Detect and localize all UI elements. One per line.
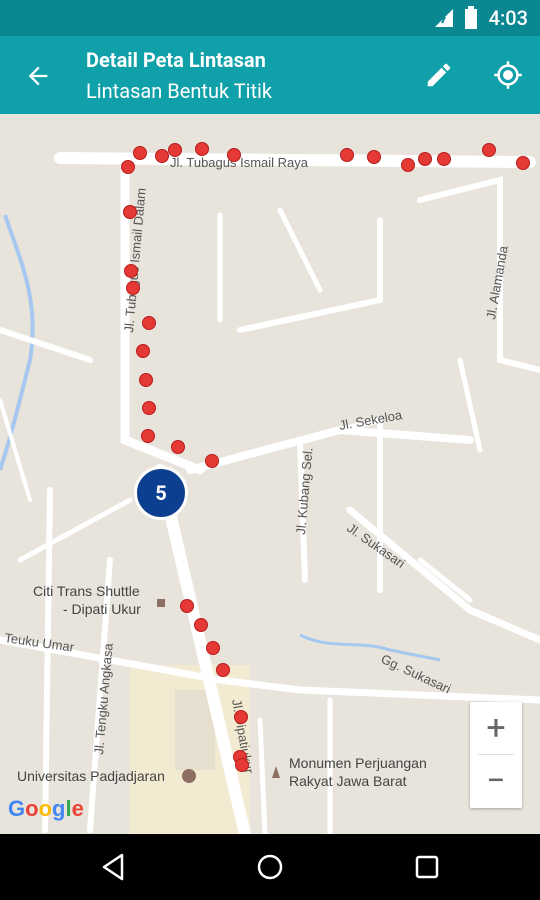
- route-point[interactable]: [367, 150, 381, 164]
- route-point[interactable]: [121, 160, 135, 174]
- route-point[interactable]: [216, 663, 230, 677]
- route-point[interactable]: [401, 158, 415, 172]
- poi-label-monumen-line2: Rakyat Jawa Barat: [289, 773, 407, 789]
- page-title: Detail Peta Lintasan: [86, 48, 266, 72]
- battery-icon: [464, 6, 477, 29]
- page-subtitle: Lintasan Bentuk Titik: [86, 79, 273, 103]
- route-point[interactable]: [155, 149, 169, 163]
- zoom-controls: + −: [470, 702, 522, 808]
- route-point[interactable]: [418, 152, 432, 166]
- route-point[interactable]: [142, 401, 156, 415]
- route-point[interactable]: [195, 142, 209, 156]
- street-label-kubang: Jl. Kubang Sel.: [293, 447, 316, 535]
- street-label-teuku-umar: Teuku Umar: [4, 630, 76, 655]
- route-point[interactable]: [124, 264, 138, 278]
- home-circle-icon[interactable]: [255, 852, 285, 882]
- route-point[interactable]: [235, 758, 249, 772]
- school-icon[interactable]: [182, 769, 196, 783]
- route-point[interactable]: [227, 148, 241, 162]
- route-point[interactable]: [340, 148, 354, 162]
- map-canvas: Jl. Tubagus Ismail Raya Jl. Tubagus Isma…: [0, 142, 540, 834]
- status-time: 4:03: [488, 6, 528, 30]
- route-point[interactable]: [482, 143, 496, 157]
- pencil-icon[interactable]: [424, 60, 454, 90]
- app-bar: Detail Peta Lintasan Lintasan Bentuk Tit…: [0, 36, 540, 114]
- route-point[interactable]: [123, 205, 137, 219]
- status-bar: 4:03: [0, 0, 540, 36]
- arrow-back-icon[interactable]: [24, 62, 52, 90]
- route-point[interactable]: [205, 454, 219, 468]
- zoom-out-button[interactable]: −: [470, 755, 522, 807]
- street-label-gg-sukasari: Gg. Sukasari: [379, 651, 454, 696]
- route-point[interactable]: [194, 618, 208, 632]
- back-triangle-icon[interactable]: [98, 852, 128, 882]
- route-point[interactable]: [437, 152, 451, 166]
- route-point[interactable]: [168, 143, 182, 157]
- route-point[interactable]: [142, 316, 156, 330]
- route-point[interactable]: [126, 281, 140, 295]
- route-point[interactable]: [136, 344, 150, 358]
- route-point[interactable]: [139, 373, 153, 387]
- route-point[interactable]: [234, 710, 248, 724]
- street-label-alamanda: Jl. Alamanda: [483, 244, 511, 321]
- recents-square-icon[interactable]: [412, 852, 442, 882]
- map-view[interactable]: Jl. Tubagus Ismail Raya Jl. Tubagus Isma…: [0, 114, 540, 834]
- poi-label-shuttle-line1: Citi Trans Shuttle: [33, 583, 140, 599]
- signal-icon: [434, 9, 453, 27]
- route-point[interactable]: [133, 146, 147, 160]
- monument-icon[interactable]: [272, 766, 280, 778]
- route-point[interactable]: [516, 156, 530, 170]
- poi-label-unpad: Universitas Padjadjaran: [17, 768, 165, 784]
- marker-cluster[interactable]: 5: [134, 466, 188, 520]
- system-nav-bar: [0, 834, 540, 900]
- google-logo: Google: [8, 796, 84, 821]
- zoom-in-button[interactable]: +: [470, 702, 522, 754]
- route-point[interactable]: [141, 429, 155, 443]
- gps-fixed-icon[interactable]: [493, 60, 523, 90]
- poi-label-monumen-line1: Monumen Perjuangan: [289, 755, 427, 771]
- route-point[interactable]: [180, 599, 194, 613]
- poi-label-shuttle-line2: - Dipati Ukur: [63, 601, 141, 617]
- route-point[interactable]: [206, 641, 220, 655]
- route-point[interactable]: [171, 440, 185, 454]
- bus-stop-icon[interactable]: [157, 599, 165, 607]
